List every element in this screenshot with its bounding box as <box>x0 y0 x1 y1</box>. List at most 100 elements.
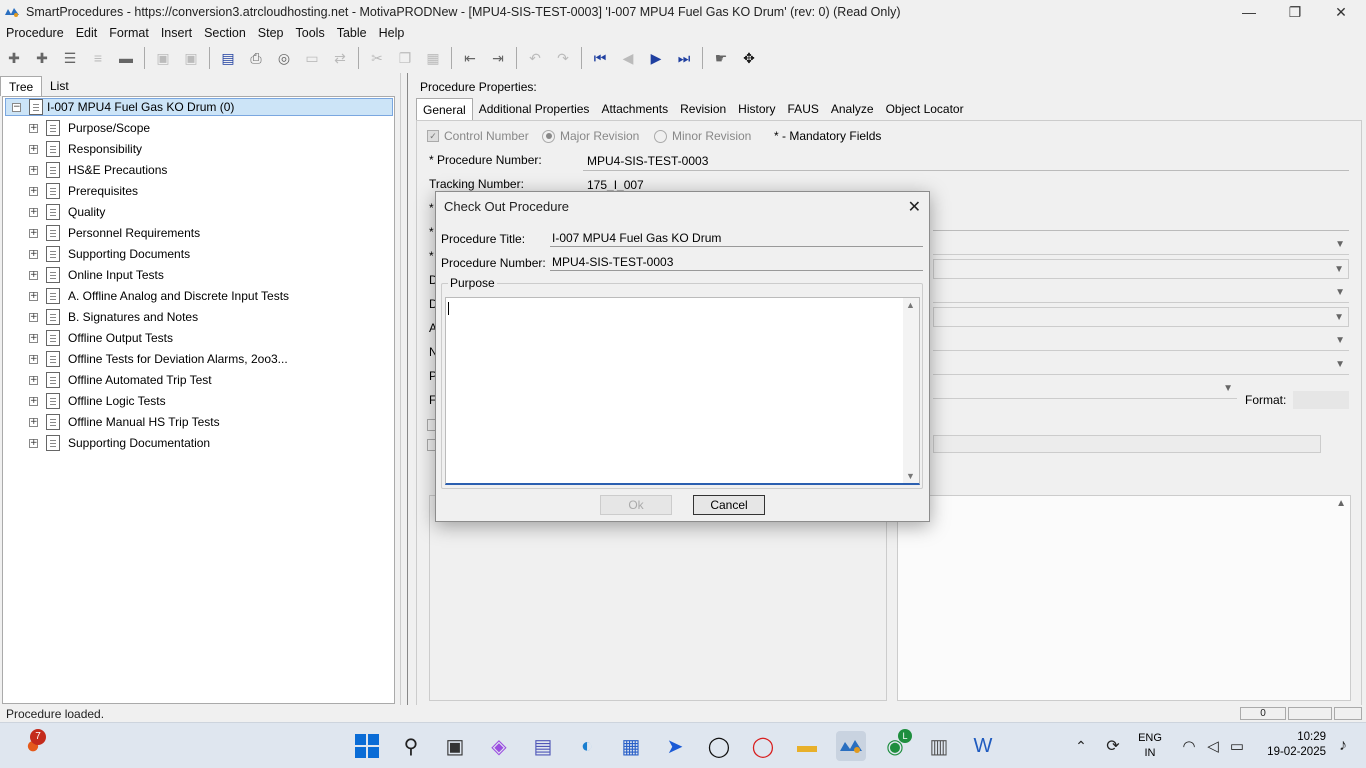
close-window-button[interactable]: ✕ <box>1318 0 1364 24</box>
file-explorer-icon[interactable]: ▬ <box>792 731 822 761</box>
minimize-button[interactable]: — <box>1226 0 1272 24</box>
sync-icon[interactable]: ◎ <box>270 46 298 70</box>
expand-icon[interactable]: + <box>29 396 38 406</box>
edge-icon[interactable]: ◐ <box>572 731 602 761</box>
copilot-icon[interactable]: ◈ <box>484 731 514 761</box>
copy-icon[interactable]: ❐ <box>391 46 419 70</box>
network-sync-icon[interactable]: ⟳ <box>1098 731 1128 761</box>
tree-root[interactable]: − I-007 MPU4 Fuel Gas KO Drum (0) <box>5 98 393 116</box>
expand-icon[interactable]: + <box>29 312 38 322</box>
tab-attachments[interactable]: Attachments <box>595 98 674 120</box>
task-view-icon[interactable]: ▣ <box>440 731 470 761</box>
form-icon[interactable]: ▭ <box>298 46 326 70</box>
tree-item[interactable]: + Supporting Documentation <box>29 433 210 453</box>
menu-edit[interactable]: Edit <box>70 26 104 40</box>
smartprocedures-taskbar-icon[interactable] <box>836 731 866 761</box>
menu-section[interactable]: Section <box>198 26 252 40</box>
undo-icon[interactable]: ↶ <box>521 46 549 70</box>
print-icon[interactable]: ⎙ <box>242 46 270 70</box>
start-icon[interactable] <box>352 731 382 761</box>
teams-icon[interactable]: ▤ <box>528 731 558 761</box>
tree-item[interactable]: + Offline Output Tests <box>29 328 173 348</box>
menu-insert[interactable]: Insert <box>155 26 198 40</box>
tab-faus[interactable]: FAUS <box>782 98 825 120</box>
dell-icon[interactable]: ◯ <box>704 731 734 761</box>
tab-revision[interactable]: Revision <box>674 98 732 120</box>
expand-icon[interactable]: + <box>29 186 38 196</box>
tree-item[interactable]: + Quality <box>29 202 105 222</box>
battery-icon[interactable]: ▭ <box>1222 731 1252 761</box>
add-child-icon[interactable]: ✚ <box>28 46 56 70</box>
tree-item[interactable]: + Personnel Requirements <box>29 223 200 243</box>
tab-tree[interactable]: Tree <box>0 76 43 96</box>
tree-item[interactable]: + Offline Tests for Deviation Alarms, 2oo… <box>29 349 288 369</box>
store-icon[interactable]: ▦ <box>616 731 646 761</box>
tab-analyze[interactable]: Analyze <box>825 98 880 120</box>
remove-icon[interactable]: ▬ <box>112 46 140 70</box>
menu-table[interactable]: Table <box>331 26 373 40</box>
chevron-up-icon[interactable]: ⌃ <box>1066 731 1096 761</box>
menu-format[interactable]: Format <box>103 26 155 40</box>
dialog-close-button[interactable]: ✕ <box>908 197 921 216</box>
tree-item[interactable]: + Offline Automated Trip Test <box>29 370 212 390</box>
procedure-title-field[interactable]: I-007 MPU4 Fuel Gas KO Drum <box>550 229 923 247</box>
tree-item[interactable]: + Responsibility <box>29 139 142 159</box>
remote-desktop-icon[interactable]: ▥ <box>924 731 954 761</box>
dropdown-field[interactable]: ▼ <box>933 355 1349 375</box>
menu-step[interactable]: Step <box>252 26 290 40</box>
redo-icon[interactable]: ↷ <box>549 46 577 70</box>
expand-icon[interactable]: + <box>29 375 38 385</box>
outdent-icon[interactable]: ⇤ <box>456 46 484 70</box>
add-icon[interactable]: ✚ <box>0 46 28 70</box>
expand-icon[interactable]: + <box>29 144 38 154</box>
pane-splitter[interactable] <box>400 73 408 705</box>
dropdown-field[interactable]: ▼ <box>933 235 1349 255</box>
expand-icon[interactable]: + <box>29 354 38 364</box>
dropdown-field[interactable]: ▼ <box>933 331 1349 351</box>
ok-button[interactable]: Ok <box>600 495 672 515</box>
dropdown-field[interactable]: ▼ <box>933 379 1237 399</box>
tab-general[interactable]: General <box>416 98 473 120</box>
tree-item[interactable]: + HS&E Precautions <box>29 160 167 180</box>
major-revision-radio[interactable]: Major Revision <box>542 129 639 143</box>
tree-item[interactable]: + B. Signatures and Notes <box>29 307 198 327</box>
expand-icon[interactable]: + <box>29 207 38 217</box>
indent-right-icon[interactable]: ⇥ <box>484 46 512 70</box>
expand-icon[interactable]: + <box>29 291 38 301</box>
tab-list[interactable]: List <box>42 76 77 96</box>
previous-icon[interactable]: ◀ <box>614 46 642 70</box>
properties-icon[interactable]: ☰ <box>56 46 84 70</box>
save-all-icon[interactable]: ▣ <box>177 46 205 70</box>
cancel-button[interactable]: Cancel <box>693 495 765 515</box>
scroll-down-icon[interactable]: ▼ <box>906 471 915 481</box>
expand-icon[interactable]: + <box>29 438 38 448</box>
purpose-scrollbar[interactable]: ▲ ▼ <box>903 298 919 483</box>
notifications-icon[interactable]: ♪ <box>1328 731 1358 761</box>
maximize-button[interactable]: ❐ <box>1272 0 1318 24</box>
scroll-up-icon[interactable]: ▲ <box>906 300 915 310</box>
save-icon[interactable]: ▣ <box>149 46 177 70</box>
tree-item[interactable]: + A. Offline Analog and Discrete Input Te… <box>29 286 289 306</box>
dropdown-field[interactable]: ▼ <box>933 307 1349 327</box>
hand-icon[interactable]: ☛ <box>707 46 735 70</box>
tree-item[interactable]: + Purpose/Scope <box>29 118 150 138</box>
menu-help[interactable]: Help <box>373 26 411 40</box>
expand-icon[interactable]: + <box>29 165 38 175</box>
dropdown-field[interactable]: ▼ <box>933 283 1349 303</box>
expand-icon[interactable]: + <box>29 333 38 343</box>
opera-icon[interactable]: ◯ <box>748 731 778 761</box>
description-box-left[interactable] <box>429 495 887 701</box>
scroll-up-icon[interactable]: ▲ <box>1336 498 1346 509</box>
first-icon[interactable]: ⏮ <box>586 46 614 70</box>
clock[interactable]: 10:29 19-02-2025 <box>1256 730 1326 760</box>
procedure-number-field[interactable]: MPU4-SIS-TEST-0003 <box>550 253 923 271</box>
indent-icon[interactable]: ≡ <box>84 46 112 70</box>
expand-icon[interactable]: + <box>29 228 38 238</box>
menu-procedure[interactable]: Procedure <box>0 26 70 40</box>
send-icon[interactable]: ➤ <box>660 731 690 761</box>
paste-icon[interactable]: ▦ <box>419 46 447 70</box>
menu-tools[interactable]: Tools <box>290 26 331 40</box>
tab-object-locator[interactable]: Object Locator <box>880 98 970 120</box>
cut-icon[interactable]: ✂ <box>363 46 391 70</box>
expand-icon[interactable]: + <box>29 249 38 259</box>
